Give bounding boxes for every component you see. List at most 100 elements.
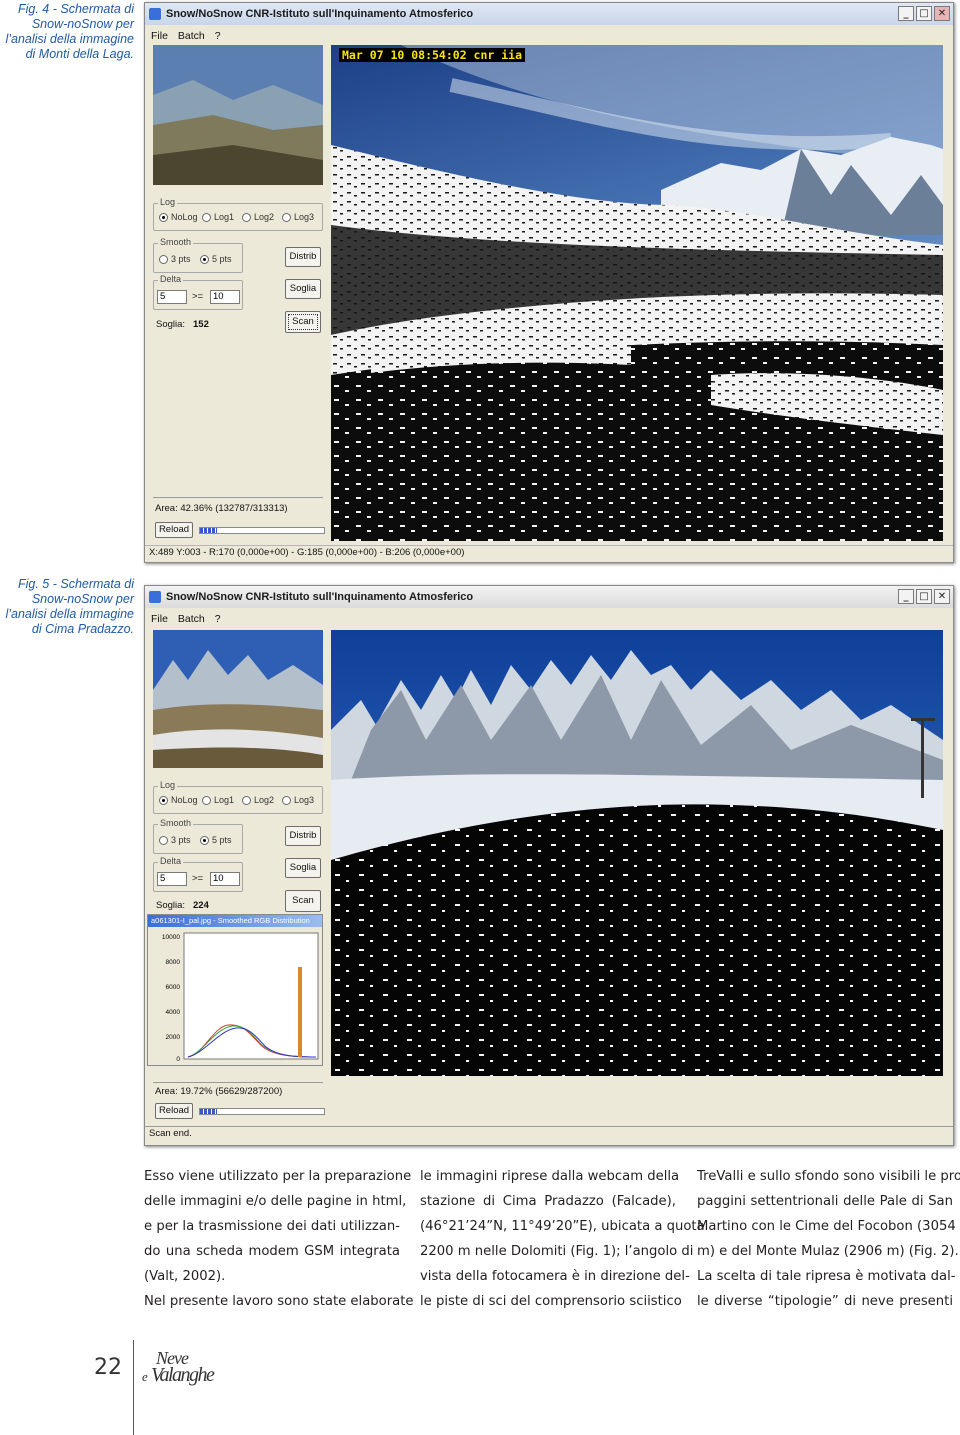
radio-nolog[interactable]: NoLog [159,212,198,222]
progress-bar [199,527,325,534]
text-line: stazione di Cima Pradazzo (Falcade), [420,1194,676,1209]
figure-4-caption: Fig. 4 - Schermata di Snow-noSnow per l’… [0,2,134,62]
histogram-chart: 10000 8000 6000 4000 2000 0 [148,927,322,1065]
menu-help[interactable]: ? [215,30,221,42]
delta-group-label: Delta [158,856,184,866]
log-group-label: Log [158,197,178,207]
snow-nosnow-window-fig4: Snow/NoSnow CNR-Istituto sull'Inquinamen… [144,2,954,563]
caption-line: Fig. 4 - Schermata di [17,2,134,16]
tick-label: 10000 [162,934,180,941]
progress-fill [200,1109,218,1114]
radio-3pts[interactable]: 3 pts [159,254,191,264]
radio-log3[interactable]: Log3 [282,212,314,222]
radio-3pts[interactable]: 3 pts [159,835,191,845]
text-line: e per la trasmissione dei dati utilizzan… [144,1219,400,1234]
text-line: Esso viene utilizzato per la preparazion… [144,1169,412,1184]
ge-input[interactable]: 10 [210,872,240,886]
caption-line: l’analisi della immagine [5,32,134,46]
thumbnail-preview [153,45,323,185]
scan-button[interactable]: Scan [285,890,321,912]
distrib-button[interactable]: Distrib [285,826,321,846]
text-line: La scelta di tale ripresa è motivata dal… [697,1269,956,1284]
delta-group: Delta 5 >= 10 [153,274,243,310]
webcam-image: Mar 07 10 08:54:02 cnr iia [331,45,943,541]
log-group: Log NoLog Log1 Log2 Log3 [153,780,323,814]
histogram-window-title: a061301-I_pal.jpg - Smoothed RGB Distrib… [148,915,322,927]
progress-fill [200,528,218,533]
menu-bar: File Batch ? [145,28,953,44]
soglia-label: Soglia: [156,319,186,330]
radio-log2[interactable]: Log2 [242,212,274,222]
smooth-group: Smooth 3 pts 5 pts [153,818,243,854]
delta-input[interactable]: 5 [157,290,187,304]
distrib-button[interactable]: Distrib [285,247,321,267]
text-line: le diverse “tipologie” di neve presenti [697,1294,953,1309]
radio-5pts[interactable]: 5 pts [200,254,232,264]
radio-nolog[interactable]: NoLog [159,795,198,805]
close-button[interactable]: ✕ [934,589,950,604]
title-bar: Snow/NoSnow CNR-Istituto sull'Inquinamen… [145,3,953,25]
text-line: do una scheda modem GSM integrata [144,1244,400,1259]
menu-file[interactable]: File [151,30,168,42]
histogram-window: a061301-I_pal.jpg - Smoothed RGB Distrib… [147,914,323,1066]
progress-bar [199,1108,325,1115]
radio-log1[interactable]: Log1 [202,795,234,805]
thumbnail-preview [153,630,323,768]
menu-batch[interactable]: Batch [178,30,205,42]
caption-line: l’analisi della immagine [5,607,134,621]
text-line: (Valt, 2002). [144,1269,226,1284]
scan-button[interactable]: Scan [285,311,321,333]
smooth-group-label: Smooth [158,237,194,247]
delta-group: Delta 5 >= 10 [153,856,243,892]
window-title: Snow/NoSnow CNR-Istituto sull'Inquinamen… [166,591,474,603]
menu-help[interactable]: ? [215,613,221,625]
ge-input[interactable]: 10 [210,290,240,304]
reload-button[interactable]: Reload [155,522,193,538]
caption-line: di Cima Pradazzo. [31,622,134,636]
soglia-button[interactable]: Soglia [285,858,321,878]
figure-5-caption: Fig. 5 - Schermata di Snow-noSnow per l’… [0,577,134,637]
thumbnail-image [153,630,323,768]
minimize-button[interactable]: _ [898,589,914,604]
close-button[interactable]: ✕ [934,6,950,21]
radio-5pts[interactable]: 5 pts [200,835,232,845]
soglia-value: 224 [193,900,209,911]
tick-label: 2000 [166,1034,181,1041]
logo-valanghe: Valanghe [151,1364,215,1386]
menu-bar: File Batch ? [145,611,953,627]
ge-symbol: >= [192,291,204,302]
logo-e: e [142,1369,148,1384]
text-line: Martino con le Cime del Focobon (3054 [697,1219,956,1234]
maximize-button[interactable]: □ [916,589,932,604]
smooth-group: Smooth 3 pts 5 pts [153,237,243,273]
footer-divider [133,1340,134,1435]
divider [153,497,323,498]
text-line: 2200 m nelle Dolomiti (Fig. 1); l’angolo… [420,1244,694,1259]
reload-button[interactable]: Reload [155,1103,193,1119]
area-readout: Area: 42.36% (132787/313313) [155,503,288,514]
text-line: TreValli e sullo sfondo sono visibili le… [697,1169,960,1184]
text-column-2: le immagini riprese dalla webcam della s… [420,1164,705,1314]
menu-file[interactable]: File [151,613,168,625]
radio-log3[interactable]: Log3 [282,795,314,805]
caption-line: Fig. 5 - Schermata di [17,577,134,591]
thumbnail-image [153,45,323,185]
maximize-button[interactable]: □ [916,6,932,21]
tick-label: 4000 [166,1009,181,1016]
text-line: m) e del Monte Mulaz (2906 m) (Fig. 2). [697,1244,959,1259]
text-line: (46°21’24”N, 11°49’20”E), ubicata a quot… [420,1219,705,1234]
minimize-button[interactable]: _ [898,6,914,21]
radio-log1[interactable]: Log1 [202,212,234,222]
menu-batch[interactable]: Batch [178,613,205,625]
control-panel: Log NoLog Log1 Log2 Log3 Smooth 3 pts 5 … [153,778,323,918]
soglia-button[interactable]: Soglia [285,279,321,299]
app-icon [149,8,161,20]
snow-classified-image [331,45,943,541]
divider [153,1082,323,1083]
caption-line: Snow-noSnow per [31,592,134,606]
soglia-label: Soglia: [156,900,186,911]
delta-input[interactable]: 5 [157,872,187,886]
log-group-label: Log [158,780,178,790]
radio-log2[interactable]: Log2 [242,795,274,805]
area-readout: Area: 19.72% (56629/287200) [155,1086,283,1097]
